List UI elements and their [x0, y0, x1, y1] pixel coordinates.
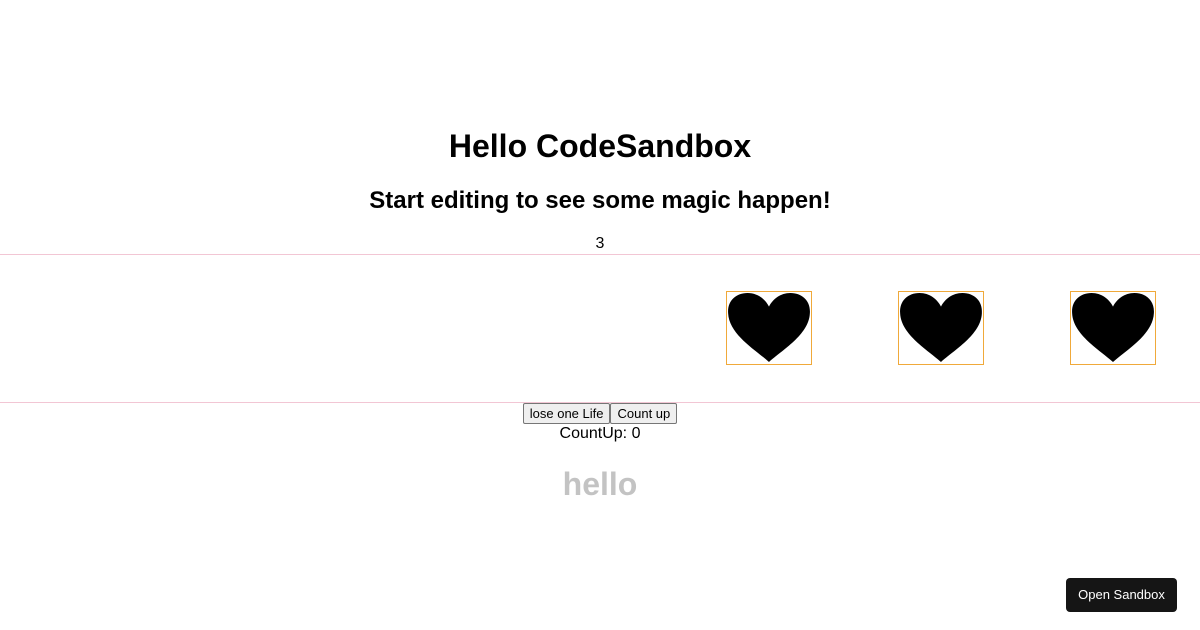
count-up-button[interactable]: Count up	[610, 403, 678, 424]
page: Hello CodeSandbox Start editing to see s…	[0, 0, 1200, 630]
open-sandbox-button[interactable]: Open Sandbox	[1066, 578, 1177, 612]
heart-icon	[900, 292, 982, 363]
heart-icon	[1072, 292, 1154, 363]
lose-life-button[interactable]: lose one Life	[522, 403, 611, 424]
controls-row: lose one Life Count up	[0, 403, 1200, 424]
page-subtitle: Start editing to see some magic happen!	[369, 187, 831, 214]
heart-box-1	[726, 291, 812, 365]
heart-icon	[728, 292, 810, 363]
heart-box-3	[1070, 291, 1156, 365]
countup-display: CountUp: 0	[559, 425, 641, 442]
hello-text: hello	[562, 466, 638, 502]
page-title: Hello CodeSandbox	[448, 128, 752, 164]
heart-box-2	[898, 291, 984, 365]
hearts-container	[0, 254, 1200, 403]
lives-count: 3	[595, 235, 605, 252]
